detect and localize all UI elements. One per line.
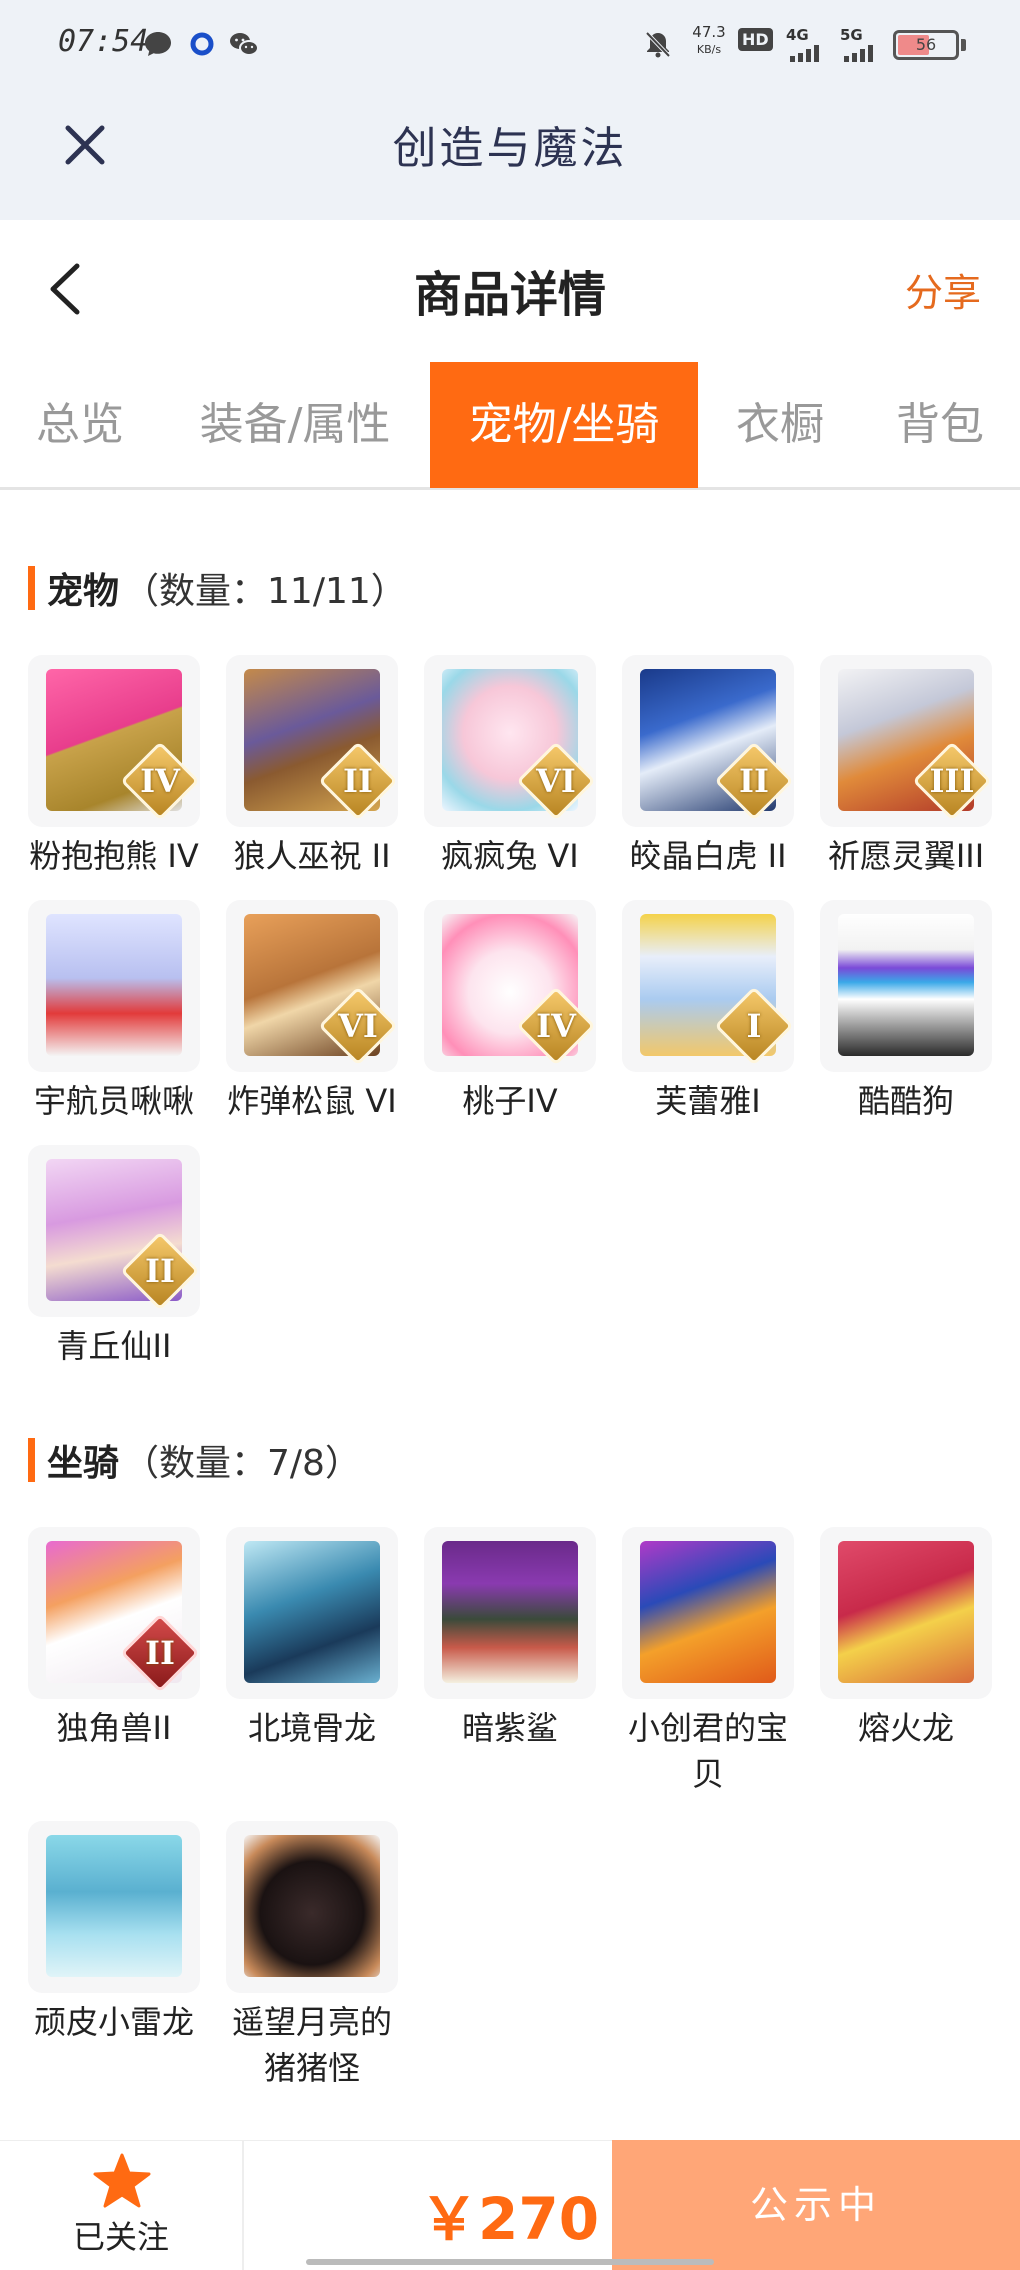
chat-bubble-icon <box>145 32 171 56</box>
item-label-line: 猪猪怪 <box>263 2049 360 2087</box>
wechat-icon <box>230 33 259 56</box>
network-speed-value: 47.3 <box>692 23 726 41</box>
item-label: 祈愿灵翼III <box>827 837 985 875</box>
item-label-line: 小创君的宝 <box>627 1709 788 1747</box>
werewolf-shaman-icon: II <box>226 655 398 827</box>
follow-label[interactable]: 已关注 <box>0 2212 242 2258</box>
home-indicator <box>306 2259 714 2265</box>
status-time: 07:54 <box>58 24 149 59</box>
unicorn-icon: II <box>28 1527 200 1699</box>
rank-text: IV <box>536 1007 576 1045</box>
section-accent-bar <box>28 566 35 610</box>
section-count: （数量：7/8） <box>123 1443 361 1484</box>
pink-bear-icon: IV <box>28 655 200 827</box>
freya-icon: I <box>622 900 794 1072</box>
rank-text: II <box>145 1634 175 1672</box>
little-phoenix-icon <box>622 1527 794 1699</box>
item-label: 狼人巫祝 II <box>233 837 391 875</box>
signal-5g-label: 5G <box>840 26 863 44</box>
signal-bars-icon <box>790 45 819 62</box>
crystal-white-tiger-icon: II <box>622 655 794 827</box>
share-button[interactable]: 分享 <box>905 262 981 317</box>
item-label: 宇航员啾啾 <box>33 1082 194 1120</box>
naughty-thunder-dragon-icon <box>28 1821 200 1993</box>
tab-backpack[interactable]: 背包 <box>870 362 1010 488</box>
rank-text: VI <box>338 1007 378 1045</box>
circle-app-icon <box>190 32 214 56</box>
peach-cat-icon: IV <box>424 900 596 1072</box>
rank-text: II <box>145 1252 175 1290</box>
hd-label: HD <box>738 28 773 51</box>
qingqiu-fairy-icon: II <box>28 1145 200 1317</box>
status-bar: 07:54 47.3 KB/s HD 4G 5G 56 <box>0 0 1020 90</box>
network-speed-unit: KB/s <box>696 43 722 56</box>
item-label: 酷酷狗 <box>857 1082 954 1120</box>
section-accent-bar <box>28 1438 35 1482</box>
section-title: 坐骑 <box>47 1443 120 1484</box>
rank-text: II <box>343 762 373 800</box>
item-label: 遥望月亮的 猪猪怪 <box>208 1999 416 2091</box>
mounts-section-header: 坐骑 （数量：7/8） <box>28 1437 361 1484</box>
item-label: 疯疯兔 VI <box>441 837 579 875</box>
battery-icon: 56 <box>893 30 959 60</box>
rank-text: II <box>739 762 769 800</box>
item-label-line: 贝 <box>691 1755 724 1793</box>
tab-overview[interactable]: 总览 <box>0 362 160 488</box>
network-speed: 47.3 KB/s <box>686 22 732 66</box>
wish-spirit-wing-icon: III <box>820 655 992 827</box>
section-title: 宠物 <box>47 571 120 612</box>
hd-indicator: HD <box>738 28 773 74</box>
item-label: 暗紫鲨 <box>461 1709 558 1747</box>
signal-4g: 4G <box>786 26 826 70</box>
price: ￥270 <box>420 2185 600 2253</box>
dark-purple-shark-icon <box>424 1527 596 1699</box>
rank-text: I <box>746 1007 762 1045</box>
mute-bell-icon <box>645 31 671 58</box>
magma-dragon-icon <box>820 1527 992 1699</box>
section-count: （数量：11/11） <box>123 571 407 612</box>
tab-pets-mounts[interactable]: 宠物/坐骑 <box>430 362 698 488</box>
crazy-rabbit-icon: VI <box>424 655 596 827</box>
status-button[interactable]: 公示中 <box>612 2140 1020 2270</box>
item-label: 桃子IV <box>462 1082 558 1120</box>
battery-tip <box>961 39 966 51</box>
astronaut-jiujiu-icon <box>28 900 200 1072</box>
battery-level: 56 <box>915 35 937 54</box>
north-bone-dragon-icon <box>226 1527 398 1699</box>
item-label: 独角兽II <box>56 1709 172 1747</box>
signal-bars-icon <box>844 45 873 62</box>
item-label: 熔火龙 <box>857 1709 954 1747</box>
moon-gazing-pig-icon <box>226 1821 398 1993</box>
star-icon[interactable] <box>92 2152 152 2210</box>
item-label: 炸弹松鼠 VI <box>227 1082 397 1120</box>
rank-text: III <box>929 762 975 800</box>
divider <box>242 2140 244 2270</box>
item-label: 青丘仙II <box>56 1327 172 1365</box>
item-label: 顽皮小雷龙 <box>33 2003 194 2041</box>
item-label: 皎晶白虎 II <box>629 837 787 875</box>
signal-4g-label: 4G <box>786 26 809 44</box>
item-label: 小创君的宝 贝 <box>604 1705 812 1797</box>
bomb-squirrel-icon: VI <box>226 900 398 1072</box>
item-label-line: 遥望月亮的 <box>231 2003 392 2041</box>
rank-text: VI <box>536 762 576 800</box>
item-label: 芙蕾雅I <box>655 1082 761 1120</box>
app-title: 创造与魔法 <box>392 123 628 174</box>
item-label: 粉抱抱熊 IV <box>29 837 199 875</box>
cool-dog-icon <box>820 900 992 1072</box>
signal-5g: 5G <box>840 26 886 70</box>
tab-bar: 总览 装备/属性 宠物/坐骑 衣橱 背包 <box>0 362 1020 490</box>
rank-text: IV <box>140 762 180 800</box>
item-label: 北境骨龙 <box>247 1709 376 1747</box>
tab-wardrobe[interactable]: 衣橱 <box>710 362 850 488</box>
page-title: 商品详情 <box>413 267 606 323</box>
pets-section-header: 宠物 （数量：11/11） <box>28 565 407 612</box>
tab-equipment[interactable]: 装备/属性 <box>175 362 415 488</box>
